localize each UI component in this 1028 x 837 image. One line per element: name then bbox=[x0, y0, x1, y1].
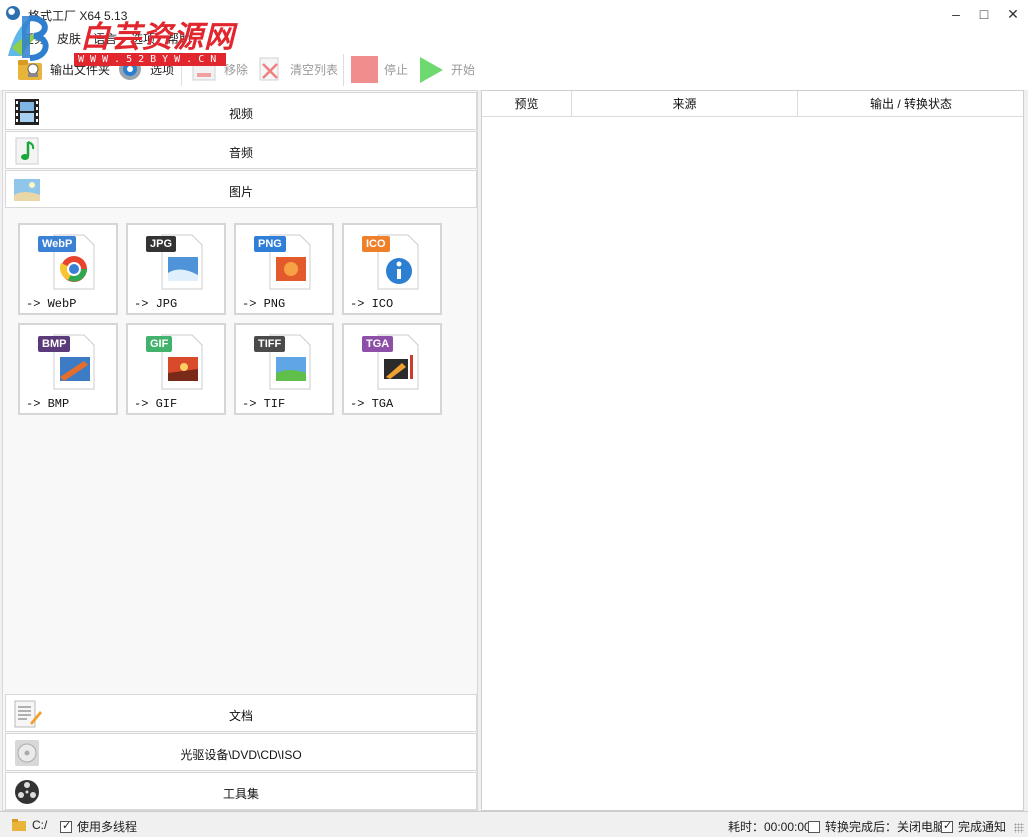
stop-icon bbox=[351, 56, 378, 83]
format-label: -> GIF bbox=[134, 397, 178, 411]
category-picture-label: 图片 bbox=[228, 185, 253, 199]
clear-list-button[interactable]: 清空列表 bbox=[256, 54, 338, 84]
start-button[interactable]: 开始 bbox=[417, 54, 475, 84]
stop-button[interactable]: 停止 bbox=[350, 54, 408, 84]
format-webp[interactable]: WebP -> WebP bbox=[18, 223, 118, 315]
format-tif[interactable]: TIFF -> TIF bbox=[234, 323, 334, 415]
watermark-url: WWW.52BYW.CN bbox=[74, 53, 227, 66]
format-label: -> BMP bbox=[26, 397, 70, 411]
format-ico[interactable]: ICO -> ICO bbox=[342, 223, 442, 315]
list-header: 预览 来源 输出 / 转换状态 bbox=[482, 91, 1023, 117]
format-tga[interactable]: TGA -> TGA bbox=[342, 323, 442, 415]
category-panel: 视频 音频 图片 WebP -> WebP JPG -> JPG PNG -> … bbox=[2, 90, 478, 811]
format-tag: TGA bbox=[362, 336, 394, 352]
clear-list-label: 清空列表 bbox=[290, 62, 339, 77]
category-disc[interactable]: 光驱设备\DVD\CD\ISO bbox=[5, 733, 477, 771]
category-audio[interactable]: 音频 bbox=[5, 131, 477, 169]
category-picture[interactable]: 图片 bbox=[5, 170, 477, 208]
category-disc-label: 光驱设备\DVD\CD\ISO bbox=[180, 748, 302, 762]
after-convert-label: 转换完成后：关闭电脑 bbox=[825, 820, 946, 834]
minimize-button[interactable]: – bbox=[941, 0, 971, 28]
category-document-label: 文档 bbox=[228, 709, 253, 723]
format-tag: PNG bbox=[254, 236, 286, 252]
folder-icon bbox=[12, 819, 26, 831]
elapsed-time: 耗时：00:00:00 bbox=[728, 818, 811, 835]
format-tag: ICO bbox=[362, 236, 390, 252]
play-icon bbox=[420, 57, 443, 83]
format-png[interactable]: PNG -> PNG bbox=[234, 223, 334, 315]
after-convert-checkbox[interactable]: 转换完成后：关闭电脑 bbox=[808, 818, 945, 835]
category-toolbox-label: 工具集 bbox=[222, 787, 259, 801]
category-video-label: 视频 bbox=[228, 107, 253, 121]
notify-checkbox[interactable]: 完成通知 bbox=[941, 818, 1006, 835]
multithread-checkbox[interactable]: 使用多线程 bbox=[60, 818, 137, 835]
toolbar-separator bbox=[343, 54, 344, 86]
task-list-panel: 预览 来源 输出 / 转换状态 bbox=[481, 90, 1024, 811]
checkbox-checked[interactable] bbox=[60, 819, 72, 833]
category-video[interactable]: 视频 bbox=[5, 92, 477, 130]
format-tag: TIFF bbox=[254, 336, 286, 352]
format-label: -> TGA bbox=[350, 397, 394, 411]
start-label: 开始 bbox=[451, 62, 476, 77]
format-tag: BMP bbox=[38, 336, 71, 352]
elapsed-time-text: 耗时：00:00:00 bbox=[728, 820, 811, 834]
format-tag: GIF bbox=[146, 336, 173, 352]
format-label: -> WebP bbox=[26, 297, 77, 311]
maximize-button[interactable]: □ bbox=[969, 0, 999, 28]
watermark-logo bbox=[8, 15, 49, 61]
resize-grip[interactable] bbox=[1014, 823, 1024, 833]
remove-label: 移除 bbox=[224, 62, 249, 77]
format-tag: JPG bbox=[146, 236, 177, 252]
multithread-label: 使用多线程 bbox=[77, 820, 138, 834]
column-output-status[interactable]: 输出 / 转换状态 bbox=[798, 91, 1024, 117]
clear-icon bbox=[259, 57, 279, 81]
format-label: -> TIF bbox=[242, 397, 286, 411]
output-path-text: C:/ bbox=[32, 818, 48, 832]
category-toolbox[interactable]: 工具集 bbox=[5, 772, 477, 810]
format-label: -> ICO bbox=[350, 297, 394, 311]
category-audio-label: 音频 bbox=[228, 146, 253, 160]
status-bar: C:/ 使用多线程 耗时：00:00:00 转换完成后：关闭电脑 完成通知 bbox=[0, 811, 1028, 837]
column-preview[interactable]: 预览 bbox=[482, 91, 572, 117]
watermark-text: 白芸资源网 bbox=[80, 20, 235, 55]
format-jpg[interactable]: JPG -> JPG bbox=[126, 223, 226, 315]
notify-label: 完成通知 bbox=[958, 820, 1007, 834]
format-gif[interactable]: GIF -> GIF bbox=[126, 323, 226, 415]
column-source[interactable]: 来源 bbox=[572, 91, 798, 117]
category-document[interactable]: 文档 bbox=[5, 694, 477, 732]
stop-label: 停止 bbox=[384, 62, 409, 77]
format-bmp[interactable]: BMP -> BMP bbox=[18, 323, 118, 415]
output-path[interactable]: C:/ bbox=[12, 818, 47, 832]
close-button[interactable]: ✕ bbox=[998, 0, 1028, 28]
checkbox-checked[interactable] bbox=[941, 819, 953, 833]
format-tag: WebP bbox=[38, 236, 77, 252]
format-label: -> JPG bbox=[134, 297, 178, 311]
format-label: -> PNG bbox=[242, 297, 286, 311]
checkbox-unchecked[interactable] bbox=[808, 820, 820, 833]
